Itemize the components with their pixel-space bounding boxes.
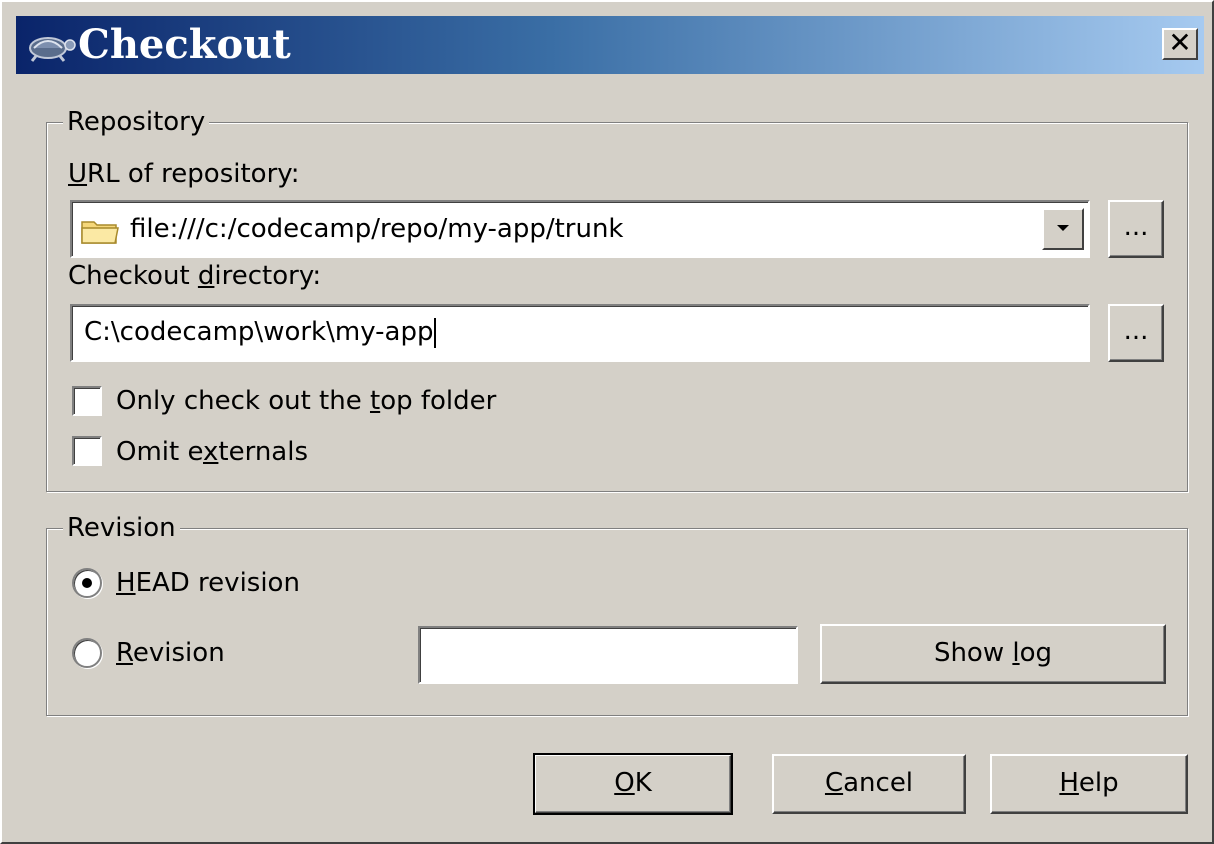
revision-group-label: Revision	[63, 512, 180, 544]
chevron-down-icon	[1057, 225, 1069, 231]
directory-browse-button[interactable]: ...	[1108, 304, 1164, 362]
tortoise-icon	[29, 37, 76, 62]
text-caret	[434, 317, 437, 348]
revision-group: Revision	[46, 512, 1188, 716]
dialog-title: Checkout	[78, 21, 291, 68]
help-button[interactable]: Help	[990, 754, 1188, 814]
ok-button[interactable]: OK	[533, 753, 733, 815]
checkout-dialog: Checkout ✕ Repository URL of repository:…	[0, 0, 1214, 844]
checkout-directory-value: C:\codecamp\work\my-app	[84, 317, 434, 347]
head-revision-label[interactable]: HEAD revision	[116, 567, 300, 599]
checkout-directory-input[interactable]: C:\codecamp\work\my-app	[70, 304, 1090, 362]
url-dropdown-button[interactable]	[1042, 208, 1084, 250]
url-browse-button[interactable]: ...	[1108, 200, 1164, 258]
close-button[interactable]: ✕	[1162, 28, 1198, 60]
show-log-button[interactable]: Show log	[820, 624, 1166, 684]
top-folder-checkbox[interactable]	[72, 386, 102, 416]
top-folder-label[interactable]: Only check out the top folder	[116, 385, 496, 417]
close-icon: ✕	[1168, 26, 1192, 59]
repository-group-label: Repository	[63, 106, 210, 138]
url-label: URL of repository:	[68, 159, 300, 189]
omit-externals-label[interactable]: Omit externals	[116, 436, 308, 468]
revision-number-input[interactable]	[418, 626, 798, 684]
specific-revision-radio[interactable]	[72, 638, 102, 668]
directory-browse-label: ...	[1123, 316, 1149, 346]
title-bar[interactable]: Checkout ✕	[16, 16, 1204, 74]
omit-externals-checkbox[interactable]	[72, 436, 102, 466]
url-combobox[interactable]: file:///c:/codecamp/repo/my-app/trunk	[70, 200, 1090, 258]
cancel-button[interactable]: Cancel	[772, 754, 966, 814]
folder-icon	[81, 221, 119, 244]
url-value: file:///c:/codecamp/repo/my-app/trunk	[130, 214, 624, 244]
checkout-directory-label: Checkout directory:	[68, 261, 322, 291]
url-browse-label: ...	[1123, 212, 1149, 242]
radio-selected-dot	[82, 578, 92, 588]
specific-revision-label[interactable]: Revision	[116, 637, 225, 669]
head-revision-radio[interactable]	[72, 568, 102, 598]
